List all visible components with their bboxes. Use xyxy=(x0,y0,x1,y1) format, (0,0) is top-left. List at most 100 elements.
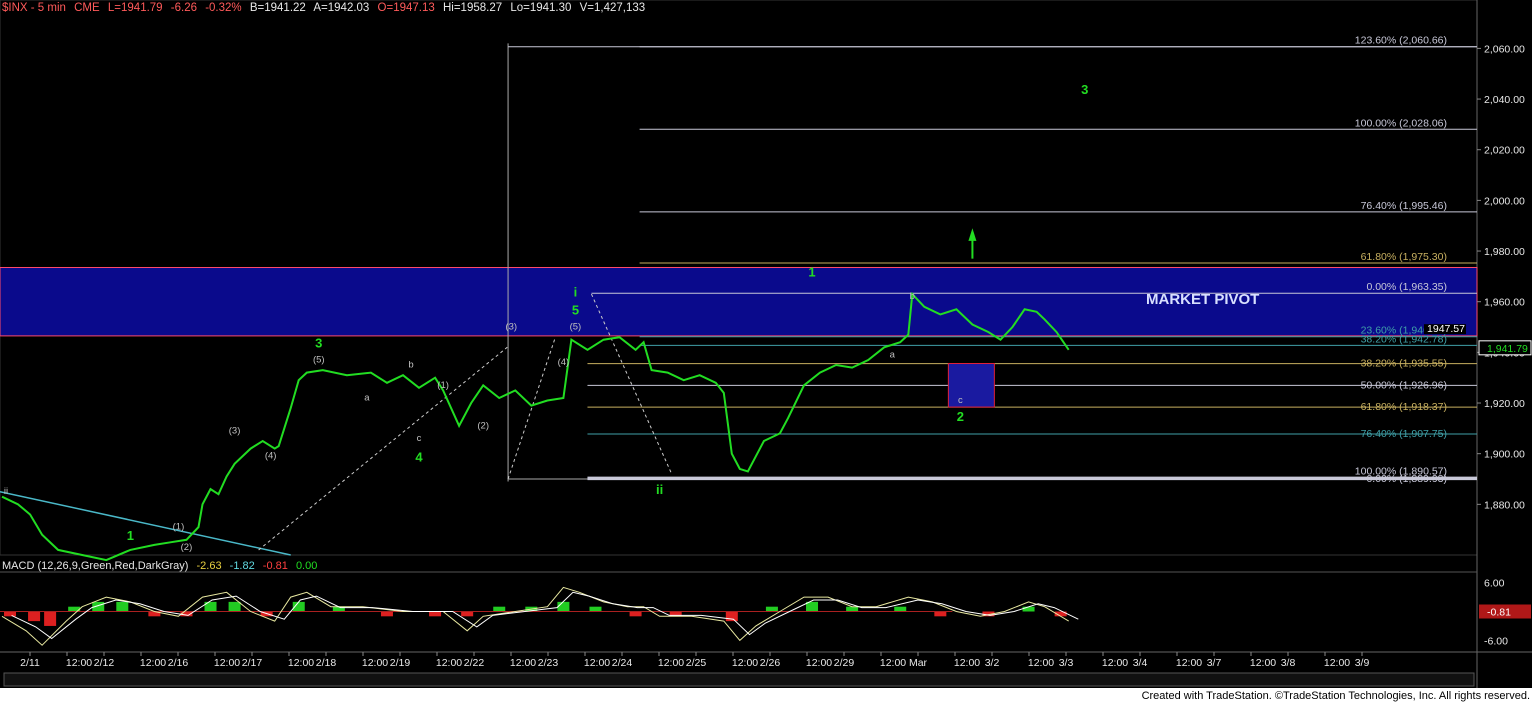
chart-header: $INX - 5 min CME L=1941.79 -6.26 -0.32% … xyxy=(2,2,650,16)
macd-value-1: -2.63 xyxy=(196,560,222,572)
dashed-wave-line xyxy=(507,337,556,480)
wave-label: i xyxy=(574,285,578,300)
macd-header: MACD (12,26,9,Green,Red,DarkGray) -2.63 … xyxy=(2,560,322,572)
macd-histogram-bar xyxy=(493,606,506,612)
macd-histogram-bar xyxy=(557,601,570,612)
macd-histogram-bar xyxy=(429,611,442,617)
macd-histogram-bar xyxy=(1022,606,1035,612)
copyright-text: Created with TradeStation. ©TradeStation… xyxy=(1141,690,1530,702)
wave-label: (3) xyxy=(229,425,241,436)
macd-histogram-bar xyxy=(28,611,41,622)
fib-label-lower: 38.20% (1,935.55) xyxy=(1361,358,1447,370)
x-tick-label: 12:00 xyxy=(1250,657,1276,669)
macd-histogram-bar xyxy=(934,611,947,617)
macd-value-2: -1.82 xyxy=(229,560,255,572)
x-tick-label: 12:00 xyxy=(806,657,832,669)
wave-label: (3) xyxy=(505,322,517,333)
y-tick-label: 2,000.00 xyxy=(1484,195,1525,207)
macd-histogram-bar xyxy=(116,601,129,612)
y-tick-label: 1,960.00 xyxy=(1484,297,1525,309)
change-value: -6.26 xyxy=(170,2,197,14)
macd-histogram-bar xyxy=(894,606,907,612)
macd-histogram-bar xyxy=(380,611,393,617)
up-arrow-head xyxy=(968,228,977,241)
wave-label: 3 xyxy=(315,335,322,350)
y-tick-label: 1,900.00 xyxy=(1484,449,1525,461)
dashed-wave-line xyxy=(258,346,508,551)
x-tick-label: 12:00 xyxy=(880,657,906,669)
macd-histogram-bar xyxy=(228,601,241,612)
y-tick-label: 1,980.00 xyxy=(1484,246,1525,258)
x-tick-label: 3/3 xyxy=(1059,657,1074,669)
y-tick-label: 1,880.00 xyxy=(1484,499,1525,511)
macd-last-label: -0.81 xyxy=(1487,607,1511,619)
y-tick-label: 2,060.00 xyxy=(1484,43,1525,55)
macd-histogram-bar xyxy=(765,606,778,612)
x-tick-label: 2/19 xyxy=(390,657,411,669)
wave-label: c xyxy=(958,395,963,406)
x-tick-label: 12:00 xyxy=(140,657,166,669)
macd-histogram-bar xyxy=(725,611,738,622)
bid-value: B=1941.22 xyxy=(249,2,306,14)
target-box xyxy=(947,363,995,408)
x-tick-label: 12:00 xyxy=(584,657,610,669)
x-tick-label: 3/2 xyxy=(985,657,1000,669)
x-tick-label: 3/7 xyxy=(1207,657,1222,669)
volume-value: V=1,427,133 xyxy=(579,2,646,14)
wave-label: 3 xyxy=(1081,82,1088,97)
wave-label: ii xyxy=(656,482,663,497)
x-tick-label: 2/16 xyxy=(168,657,189,669)
wave-label: a xyxy=(890,349,896,360)
wave-label: 1 xyxy=(127,528,134,543)
x-tick-label: Mar xyxy=(909,657,928,669)
wave-label: b xyxy=(408,360,413,371)
market-pivot-label: MARKET PIVOT xyxy=(1146,291,1260,308)
x-tick-label: 12:00 xyxy=(66,657,92,669)
macd-value-4: 0.00 xyxy=(295,560,318,572)
horizontal-scrollbar[interactable] xyxy=(3,672,1475,687)
x-tick-label: 2/29 xyxy=(834,657,855,669)
x-tick-label: 2/12 xyxy=(94,657,115,669)
wave-label: (5) xyxy=(313,354,325,365)
x-tick-label: 12:00 xyxy=(288,657,314,669)
fib-label-upper: 100.00% (2,028.06) xyxy=(1355,117,1447,129)
trendline xyxy=(0,490,291,556)
wave-label: 5 xyxy=(572,302,579,317)
price-marker: 1947.57 xyxy=(1427,323,1465,335)
macd-histogram-bar xyxy=(4,611,17,617)
macd-histogram-bar xyxy=(44,611,57,626)
wave-label: c xyxy=(417,433,422,444)
macd-histogram-bar xyxy=(846,606,859,612)
x-tick-label: 2/18 xyxy=(316,657,337,669)
fib-label-lower: 50.00% (1,926.96) xyxy=(1361,379,1447,391)
macd-histogram-bar xyxy=(461,611,474,617)
macd-label: MACD (12,26,9,Green,Red,DarkGray) xyxy=(2,560,189,572)
x-tick-label: 12:00 xyxy=(1176,657,1202,669)
change-percent: -0.32% xyxy=(205,2,242,14)
wave-label: (1) xyxy=(437,380,449,391)
high-value: Hi=1958.27 xyxy=(442,2,503,14)
macd-tick-label: 6.00 xyxy=(1484,578,1505,590)
macd-histogram-bar xyxy=(629,611,642,617)
x-tick-label: 2/23 xyxy=(538,657,559,669)
fib-label-upper: 0.00% (1,963.35) xyxy=(1366,281,1447,293)
x-tick-label: 2/22 xyxy=(464,657,485,669)
fib-label-lower: 76.40% (1,907.75) xyxy=(1361,428,1447,440)
low-value: Lo=1941.30 xyxy=(510,2,572,14)
x-tick-label: 2/26 xyxy=(760,657,781,669)
fib-label-upper: 123.60% (2,060.66) xyxy=(1355,35,1447,47)
x-tick-label: 12:00 xyxy=(954,657,980,669)
x-tick-label: 12:00 xyxy=(1028,657,1054,669)
macd-value-3: -0.81 xyxy=(262,560,288,572)
y-tick-label: 2,020.00 xyxy=(1484,145,1525,157)
x-tick-label: 12:00 xyxy=(436,657,462,669)
wave-label: (4) xyxy=(265,451,277,462)
symbol-label: $INX - 5 min xyxy=(2,2,66,14)
wave-label: 2 xyxy=(957,409,964,424)
wave-label: (1) xyxy=(173,522,185,533)
x-tick-label: 12:00 xyxy=(658,657,684,669)
wave-label: (5) xyxy=(570,322,582,333)
wave-label: a xyxy=(364,392,370,403)
y-tick-label: 1,920.00 xyxy=(1484,398,1525,410)
ask-value: A=1942.03 xyxy=(313,2,370,14)
